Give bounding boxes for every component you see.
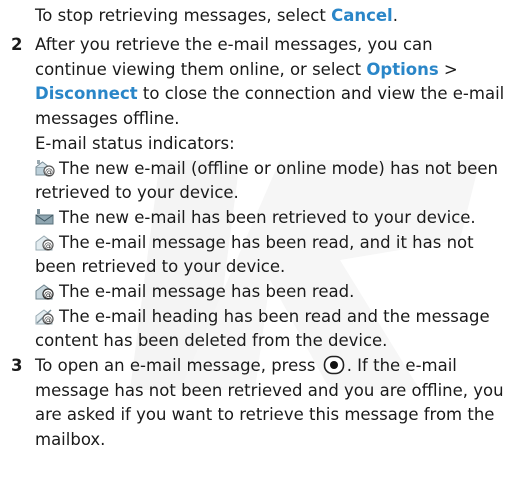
joystick-select-key-icon <box>323 355 344 375</box>
svg-text:@: @ <box>44 315 52 324</box>
indicator-text: The e-mail message has been read. <box>59 282 355 302</box>
intro-paragraph: To stop retrieving messages, select Canc… <box>35 4 509 29</box>
email-read-icon: @ <box>35 284 54 300</box>
indicator-item: The new e-mail has been retrieved to you… <box>35 206 509 231</box>
step-number: 2 <box>11 35 23 54</box>
intro-period: . <box>392 6 398 25</box>
indicator-item: @ The e-mail heading has been read and th… <box>35 305 509 354</box>
indicators-heading: E-mail status indicators: <box>35 133 235 153</box>
svg-text:@: @ <box>45 167 53 176</box>
indicator-text: The new e-mail (offline or online mode) … <box>35 158 498 203</box>
intro-text: To stop retrieving messages, select <box>35 6 332 25</box>
new-email-retrieved-icon <box>35 208 54 225</box>
indicator-text: The e-mail message has been read, and it… <box>35 232 474 277</box>
step-3: 3 To open an e-mail message, press . If … <box>11 354 509 453</box>
cancel-link: Cancel <box>331 6 393 25</box>
step-3-text: To open an e-mail message, press . If th… <box>35 354 509 453</box>
step-2-text: After you retrieve the e-mail messages, … <box>35 33 509 132</box>
email-heading-read-content-deleted-icon: @ <box>35 309 54 325</box>
step-number: 3 <box>11 356 23 375</box>
email-read-not-retrieved-icon: @ <box>35 235 54 251</box>
new-email-not-retrieved-icon: @ <box>35 159 55 177</box>
indicator-item: @ The new e-mail (offline or online mode)… <box>35 157 509 206</box>
indicator-text: The new e-mail has been retrieved to you… <box>59 207 476 227</box>
step-3-text-part1: To open an e-mail message, press <box>35 356 321 375</box>
svg-text:@: @ <box>44 290 52 299</box>
step-2: 2 After you retrieve the e-mail messages… <box>11 33 509 354</box>
disconnect-link: Disconnect <box>35 84 138 104</box>
indicator-text: The e-mail heading has been read and the… <box>35 306 490 351</box>
menu-separator: > <box>438 59 458 79</box>
options-link: Options <box>366 59 439 79</box>
indicator-item: @ The e-mail message has been read. <box>35 280 509 305</box>
svg-text:@: @ <box>44 241 52 250</box>
indicator-item: @ The e-mail message has been read, and i… <box>35 231 509 280</box>
